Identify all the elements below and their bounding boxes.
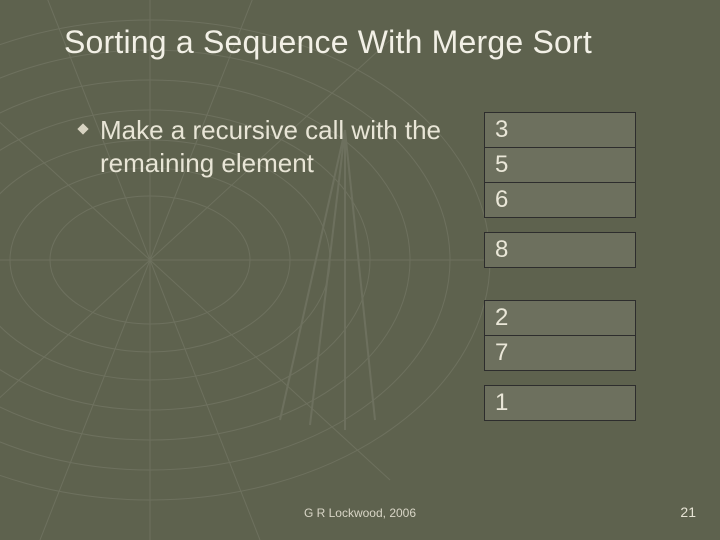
diamond-bullet-icon: [76, 122, 90, 181]
page-number: 21: [680, 504, 696, 520]
footer-credit: G R Lockwood, 2006: [0, 506, 720, 520]
table-cell: 6: [484, 182, 636, 218]
table-cell: 3: [484, 112, 636, 148]
table-cell: 7: [484, 335, 636, 371]
table-cell: 5: [484, 147, 636, 183]
table-cell: 8: [484, 232, 636, 268]
table-cell: 1: [484, 385, 636, 421]
bullet-text: Make a recursive call with the remaining…: [100, 114, 456, 181]
slide-title: Sorting a Sequence With Merge Sort: [64, 24, 684, 61]
sequence-table: 3 5 6 8 2 7 1: [484, 112, 636, 421]
bullet-item: Make a recursive call with the remaining…: [76, 114, 456, 181]
table-cell: 2: [484, 300, 636, 336]
